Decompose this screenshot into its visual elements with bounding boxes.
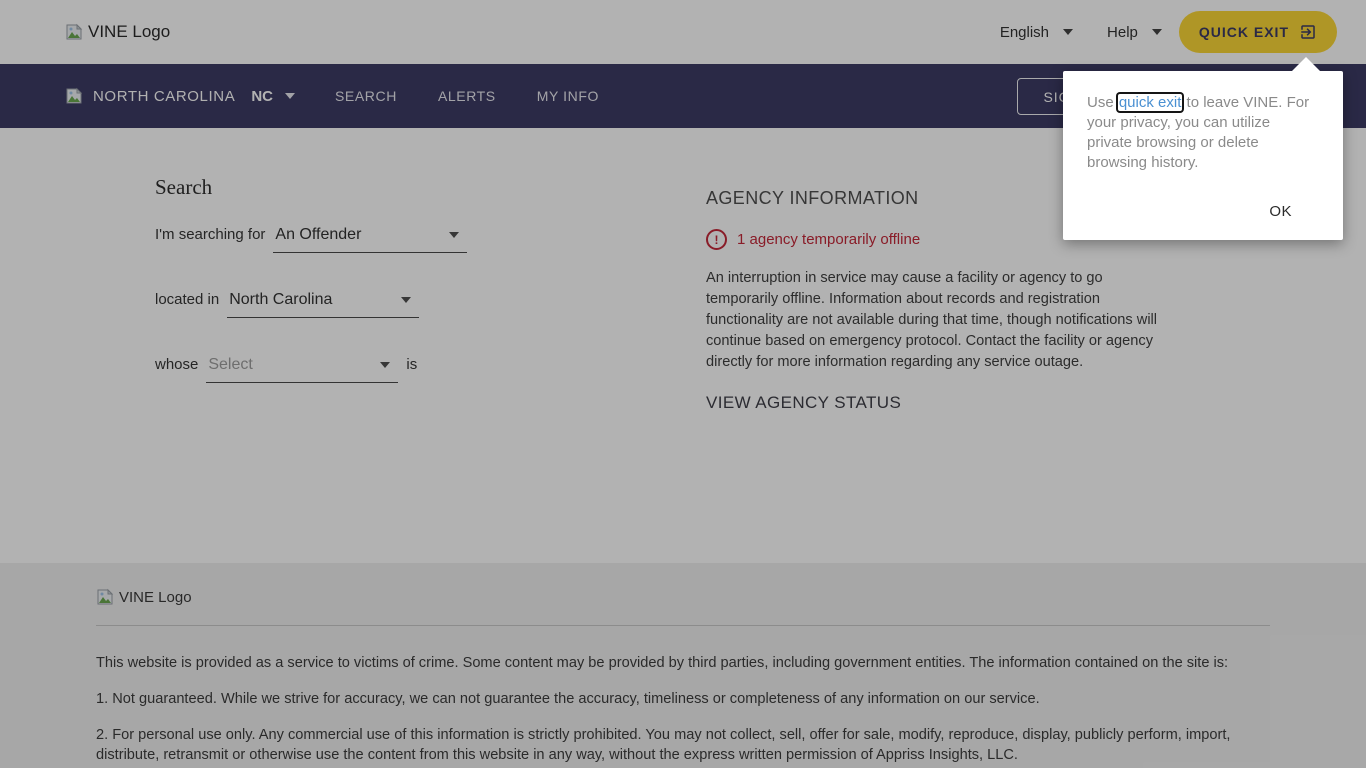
quick-exit-link[interactable]: quick exit (1118, 94, 1183, 111)
tooltip-ok-button[interactable]: OK (1087, 203, 1292, 220)
quick-exit-tooltip: Use quick exit to leave VINE. For your p… (1063, 57, 1343, 240)
tooltip-caret (1292, 57, 1320, 71)
tooltip-text-before: Use (1087, 94, 1118, 111)
vine-page: VINE Logo English Help QUICK EXIT NORTH … (0, 0, 1366, 768)
tooltip-message: Use quick exit to leave VINE. For your p… (1087, 93, 1319, 173)
